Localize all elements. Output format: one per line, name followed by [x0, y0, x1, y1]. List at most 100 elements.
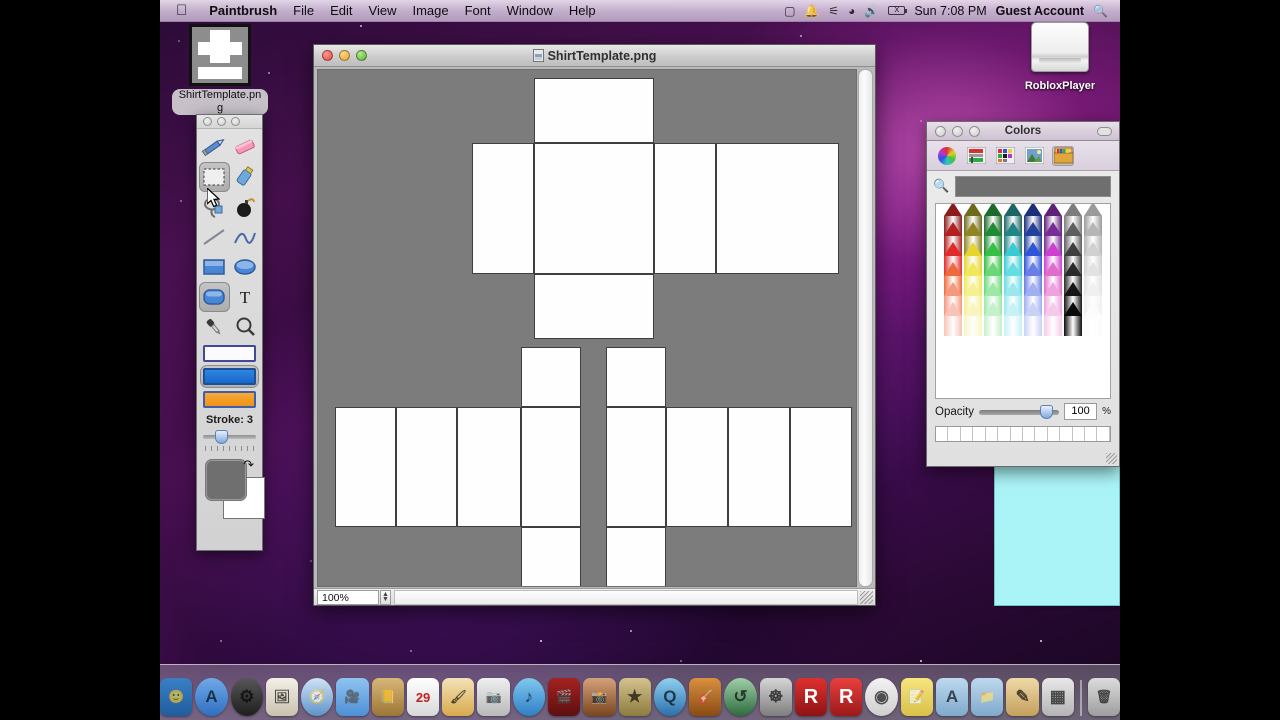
- dock-calendar[interactable]: 29: [407, 678, 439, 716]
- dock-roblox-player[interactable]: R: [830, 678, 862, 716]
- eyedropper-tool[interactable]: [199, 312, 230, 342]
- line-tool[interactable]: [199, 222, 230, 252]
- eraser-tool[interactable]: [230, 132, 261, 162]
- dock-trash[interactable]: 🗑: [1088, 678, 1120, 716]
- dock-imovie[interactable]: 🎬: [548, 678, 580, 716]
- dock-facetime[interactable]: 🎥: [336, 678, 368, 716]
- menu-item-image[interactable]: Image: [404, 3, 456, 18]
- bell-icon[interactable]: 🔔: [804, 4, 819, 18]
- slider-knob[interactable]: [1040, 405, 1053, 419]
- spray-can-tool[interactable]: [230, 162, 261, 192]
- dock-garageband[interactable]: 🎸: [689, 678, 721, 716]
- dock-app-store[interactable]: A: [195, 678, 227, 716]
- color-palettes-tab[interactable]: [994, 146, 1016, 166]
- crayon-swatch[interactable]: [963, 302, 983, 332]
- crayon-swatch[interactable]: [983, 302, 1003, 332]
- crayon-swatch[interactable]: [943, 302, 963, 332]
- rounded-rectangle-tool[interactable]: [199, 282, 230, 312]
- template-panel-leg-side-2[interactable]: [666, 407, 728, 527]
- foreground-color-well[interactable]: [205, 459, 247, 501]
- swatch-cell[interactable]: [961, 427, 973, 441]
- template-panel-torso-top[interactable]: [534, 78, 654, 143]
- document-titlebar[interactable]: ShirtTemplate.png: [314, 45, 875, 67]
- apple-menu-icon[interactable]: : [176, 3, 187, 18]
- dock-documents-folder[interactable]: 📁: [971, 678, 1003, 716]
- dock[interactable]: 🙂 A ⚙ 🖼 🧭 🎥 📒 29 🖌 📷 ♪ 🎬 📸 ★ Q 🎸 ↺ ☸ R R ◉ 📝 A 📁 ✎ ▦ 🗑: [160, 664, 1120, 720]
- close-button[interactable]: [935, 126, 946, 137]
- crayon-swatch[interactable]: [1003, 302, 1023, 332]
- bomb-fill-tool[interactable]: [230, 192, 261, 222]
- stroke-width-slider[interactable]: [203, 429, 256, 445]
- minimize-button[interactable]: [217, 117, 226, 126]
- close-button[interactable]: [203, 117, 212, 126]
- desktop-icon-roblox-player[interactable]: RobloxPlayer: [1010, 22, 1110, 94]
- swatch-cell[interactable]: [1073, 427, 1085, 441]
- menu-item-window[interactable]: Window: [499, 3, 561, 18]
- menu-item-view[interactable]: View: [361, 3, 405, 18]
- crayon-swatch[interactable]: [1043, 302, 1063, 332]
- template-panel-arm-bottom[interactable]: [521, 527, 581, 587]
- color-wells[interactable]: ↷: [203, 459, 256, 521]
- dock-idvd[interactable]: ★: [619, 678, 651, 716]
- dock-time-machine[interactable]: ↺: [724, 678, 756, 716]
- color-sliders-tab[interactable]: [965, 146, 987, 166]
- dock-system-preferences[interactable]: ⚙: [231, 678, 263, 716]
- template-panel-leg-side-3[interactable]: [728, 407, 790, 527]
- swatch-cell[interactable]: [1023, 427, 1035, 441]
- dock-downloads-folder[interactable]: A: [936, 678, 968, 716]
- bluetooth-icon[interactable]: ⚟: [828, 4, 839, 18]
- swatch-cell[interactable]: [998, 427, 1010, 441]
- vertical-scrollbar[interactable]: [858, 69, 873, 587]
- canvas-viewport[interactable]: [317, 69, 857, 587]
- swatch-cell[interactable]: [1048, 427, 1060, 441]
- menu-item-file[interactable]: File: [285, 3, 322, 18]
- template-panel-arm-side-4[interactable]: [521, 407, 581, 527]
- image-palettes-tab[interactable]: [1023, 146, 1045, 166]
- template-panel-torso-left[interactable]: [472, 143, 534, 274]
- dock-itunes[interactable]: ♪: [513, 678, 545, 716]
- tools-palette[interactable]: T Stroke: 3 ↷: [196, 114, 263, 551]
- resize-grip[interactable]: [860, 591, 873, 604]
- rectangle-tool[interactable]: [199, 252, 230, 282]
- fill-style-stroke-and-fill-wrap[interactable]: [200, 365, 259, 388]
- minimize-button[interactable]: [339, 50, 350, 61]
- dock-quicktime[interactable]: Q: [654, 678, 686, 716]
- crayon-swatch[interactable]: [1083, 302, 1103, 332]
- swatch-cell[interactable]: [1085, 427, 1097, 441]
- opacity-slider[interactable]: [979, 405, 1059, 419]
- swatch-cell[interactable]: [936, 427, 948, 441]
- slider-knob[interactable]: [215, 430, 228, 444]
- selected-color-preview[interactable]: [955, 176, 1111, 197]
- ellipse-tool[interactable]: [230, 252, 261, 282]
- swatch-cell[interactable]: [1035, 427, 1047, 441]
- swatch-cell[interactable]: [1060, 427, 1072, 441]
- template-panel-torso-bottom[interactable]: [534, 274, 654, 339]
- template-panel-arm-side-1[interactable]: [335, 407, 396, 527]
- desktop-icon-shirt-template[interactable]: ShirtTemplate.png: [170, 24, 270, 116]
- swatch-cell[interactable]: [986, 427, 998, 441]
- zoom-stepper[interactable]: ▲ ▼: [380, 590, 391, 605]
- opacity-row[interactable]: Opacity 100 %: [927, 399, 1119, 420]
- dock-address-book[interactable]: 📒: [372, 678, 404, 716]
- screensharing-icon[interactable]: ▢: [784, 4, 795, 18]
- stickies-note[interactable]: [994, 462, 1120, 606]
- menu-item-font[interactable]: Font: [457, 3, 499, 18]
- curve-tool[interactable]: [230, 222, 261, 252]
- search-icon[interactable]: 🔍: [933, 178, 949, 194]
- dock-stickies[interactable]: 📝: [901, 678, 933, 716]
- search-icon[interactable]: 🔍: [1093, 4, 1108, 18]
- template-panel-leg-top[interactable]: [606, 347, 666, 407]
- dock-utility[interactable]: ☸: [760, 678, 792, 716]
- color-search-row[interactable]: 🔍: [927, 171, 1119, 201]
- dock-chrome[interactable]: ◉: [865, 678, 897, 716]
- zoom-button[interactable]: [356, 50, 367, 61]
- swatch-cell[interactable]: [1097, 427, 1109, 441]
- menu-bar-clock[interactable]: Sun 7:08 PM: [914, 4, 986, 18]
- template-panel-arm-top[interactable]: [521, 347, 581, 407]
- dock-roblox-studio[interactable]: R: [795, 678, 827, 716]
- dock-preview[interactable]: 🖼: [266, 678, 298, 716]
- template-panel-arm-side-2[interactable]: [396, 407, 457, 527]
- menu-item-edit[interactable]: Edit: [322, 3, 360, 18]
- swap-colors-icon[interactable]: ↷: [243, 457, 254, 473]
- resize-grip[interactable]: [1106, 453, 1117, 464]
